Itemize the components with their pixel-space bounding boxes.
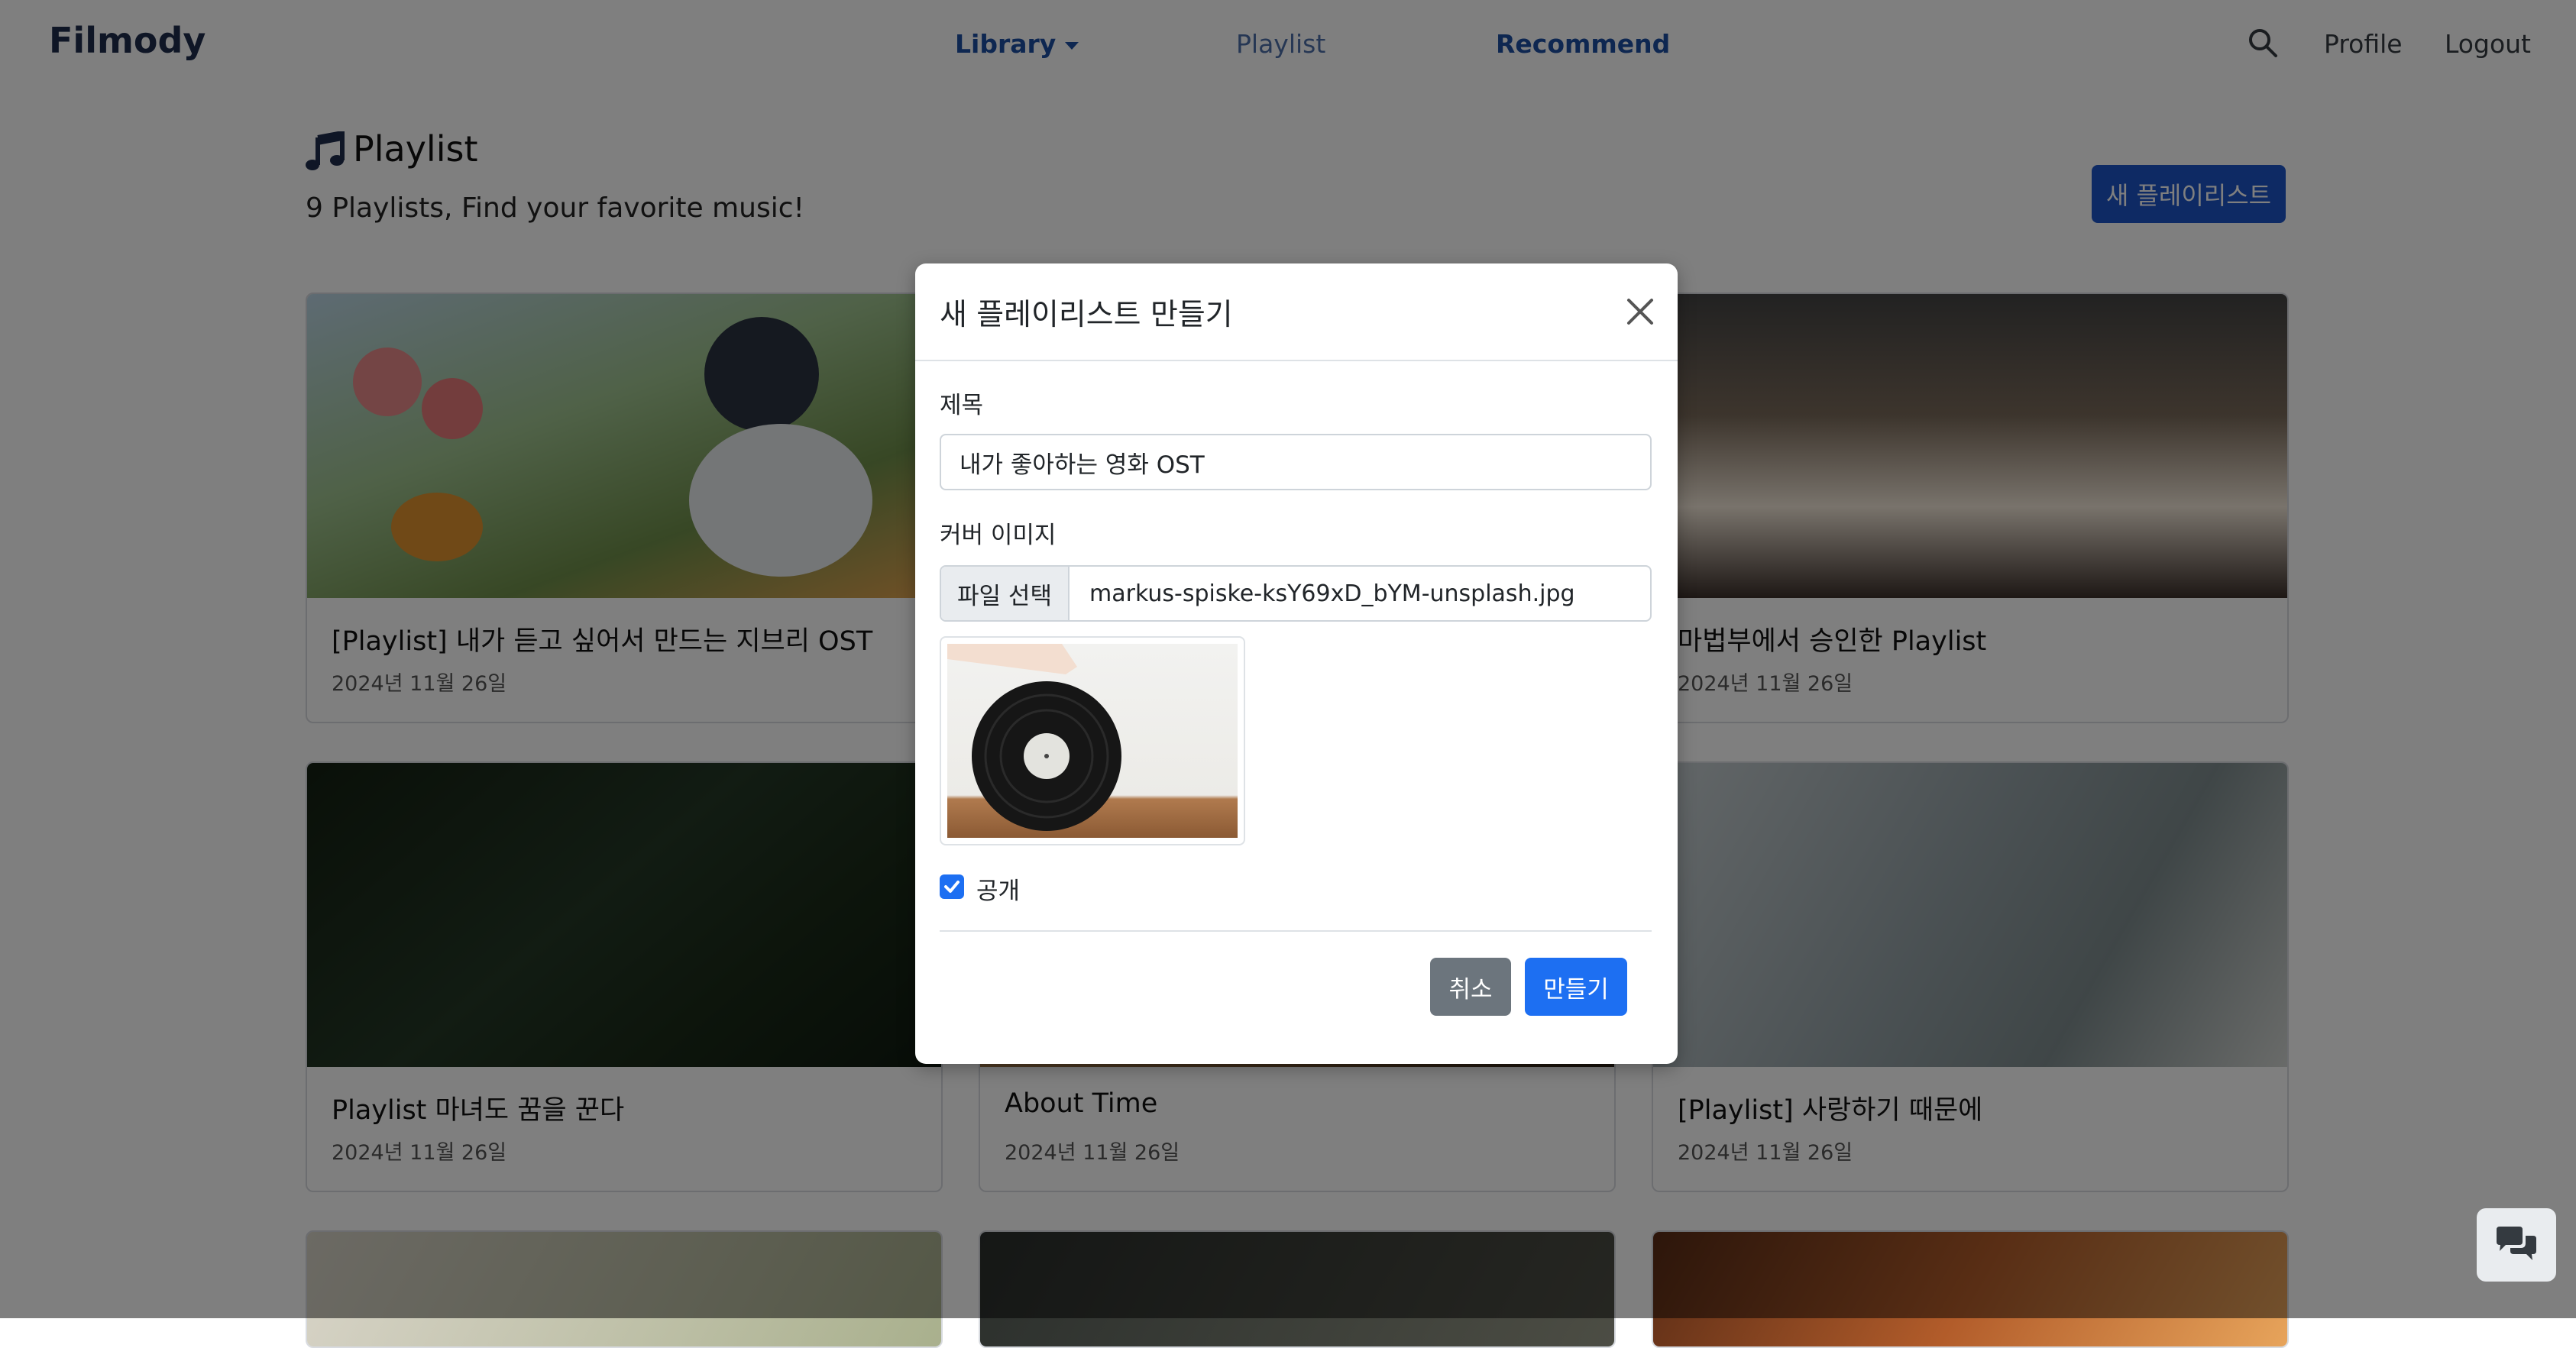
selected-file-name: markus-spiske-ksY69xD_bYM-unsplash.jpg (1089, 580, 1575, 607)
title-label: 제목 (940, 392, 984, 419)
public-label: 공개 (976, 878, 1021, 905)
check-icon (944, 881, 960, 893)
modal-header: 새 플레이리스트 만들기 (915, 263, 1678, 361)
close-icon (1627, 299, 1653, 325)
cancel-button[interactable]: 취소 (1430, 958, 1511, 1016)
modal-divider (940, 930, 1652, 932)
title-input[interactable] (940, 434, 1652, 490)
create-button[interactable]: 만들기 (1525, 958, 1627, 1016)
cover-image-label: 커버 이미지 (940, 522, 1057, 549)
file-select-button[interactable]: 파일 선택 (941, 567, 1070, 620)
cover-image-file-input[interactable]: 파일 선택 markus-spiske-ksY69xD_bYM-unsplash… (940, 565, 1652, 622)
close-button[interactable] (1621, 293, 1659, 331)
vinyl-record-image (947, 644, 1238, 838)
new-playlist-modal: 새 플레이리스트 만들기 제목 커버 이미지 파일 선택 markus-spis… (915, 263, 1678, 1064)
modal-title: 새 플레이리스트 만들기 (940, 298, 1233, 332)
chat-bubbles-icon (2497, 1226, 2536, 1260)
cover-image-preview (940, 636, 1245, 845)
chat-button[interactable] (2477, 1208, 2556, 1282)
public-checkbox[interactable] (940, 874, 964, 899)
